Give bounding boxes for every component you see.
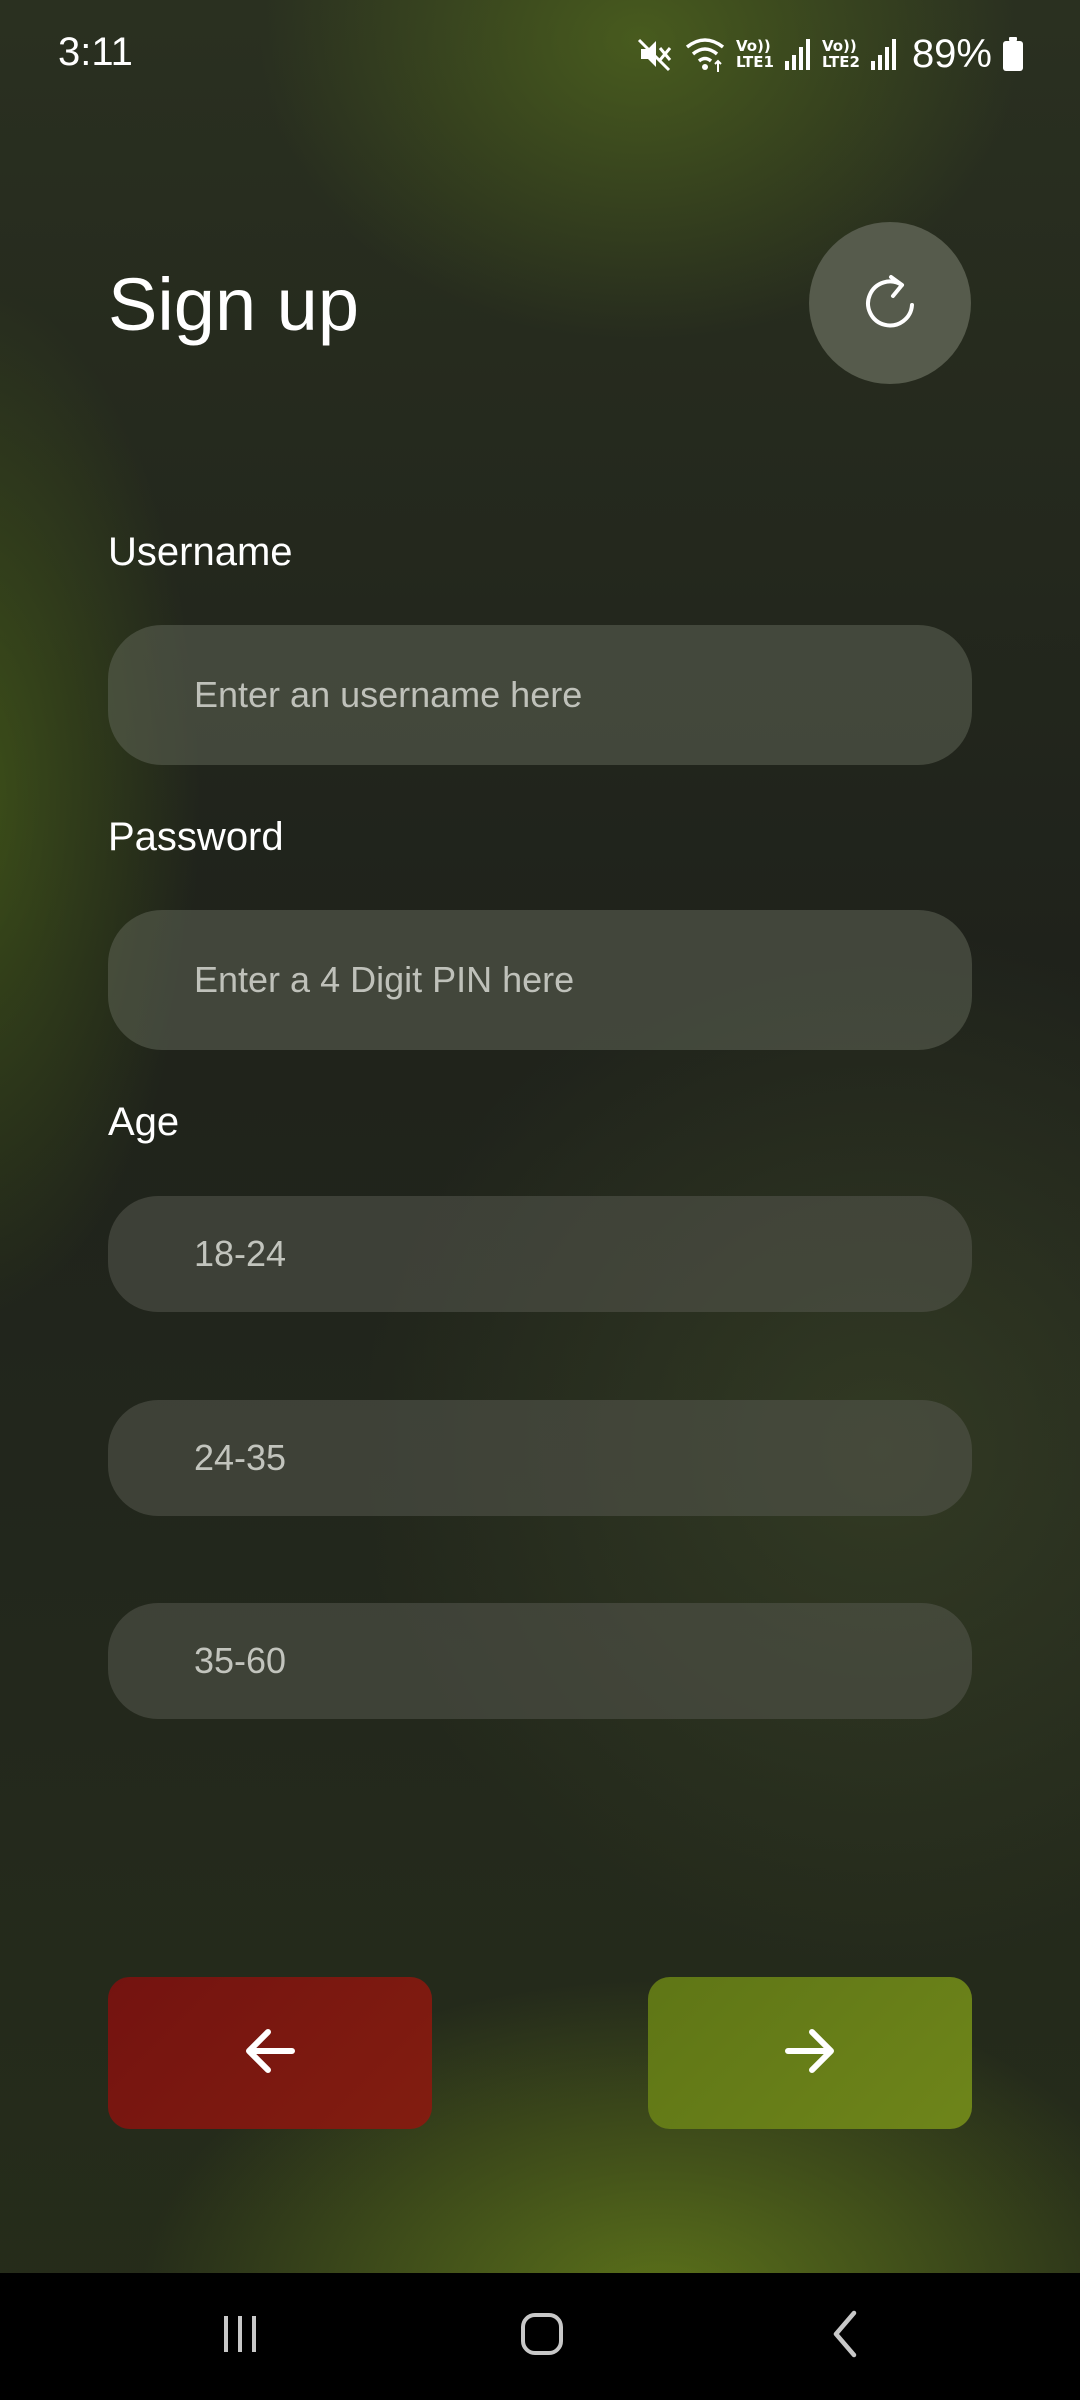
username-label: Username (108, 530, 293, 574)
age-option-label: 35-60 (194, 1640, 287, 1681)
nav-back-button[interactable] (766, 2273, 926, 2400)
page-title: Sign up (108, 263, 359, 346)
sim1-lte-text: LTE1 (735, 53, 774, 71)
recent-apps-button[interactable] (160, 2273, 320, 2400)
signal-icon (784, 37, 812, 71)
signal-icon (870, 37, 898, 71)
arrow-left-icon (240, 2025, 300, 2082)
wifi-icon (684, 35, 726, 73)
mute-icon (636, 35, 674, 73)
sim2-network-label: Vo)) LTE2 (822, 38, 860, 70)
age-option-18-24[interactable]: 18-24 (108, 1196, 972, 1312)
next-button[interactable] (648, 1977, 972, 2129)
refresh-icon (862, 271, 918, 336)
back-button[interactable] (108, 1977, 432, 2129)
sim2-lte-text: LTE2 (821, 53, 860, 71)
status-bar: 3:11 Vo)) LTE1 Vo)) LTE2 89% (0, 0, 1080, 110)
status-time: 3:11 (58, 30, 133, 74)
navigation-bar (0, 2273, 1080, 2400)
sim1-network-label: Vo)) LTE1 (736, 38, 774, 70)
age-option-35-60[interactable]: 35-60 (108, 1603, 972, 1719)
password-label: Password (108, 815, 284, 859)
back-icon (826, 2309, 866, 2364)
age-option-label: 18-24 (194, 1233, 287, 1274)
home-button[interactable] (462, 2273, 622, 2400)
home-icon (519, 2311, 565, 2362)
username-input[interactable] (108, 625, 972, 765)
recent-apps-icon (218, 2312, 262, 2361)
sim1-volte-text: Vo)) (735, 37, 771, 55)
age-label: Age (108, 1100, 180, 1144)
status-icons: Vo)) LTE1 Vo)) LTE2 89% (636, 28, 1024, 80)
battery-icon (1002, 36, 1024, 72)
password-input[interactable] (108, 910, 972, 1050)
battery-percent: 89% (911, 31, 992, 76)
sim2-volte-text: Vo)) (821, 37, 857, 55)
arrow-right-icon (780, 2025, 840, 2082)
age-option-label: 24-35 (194, 1437, 287, 1478)
age-option-24-35[interactable]: 24-35 (108, 1400, 972, 1516)
refresh-button[interactable] (809, 222, 971, 384)
